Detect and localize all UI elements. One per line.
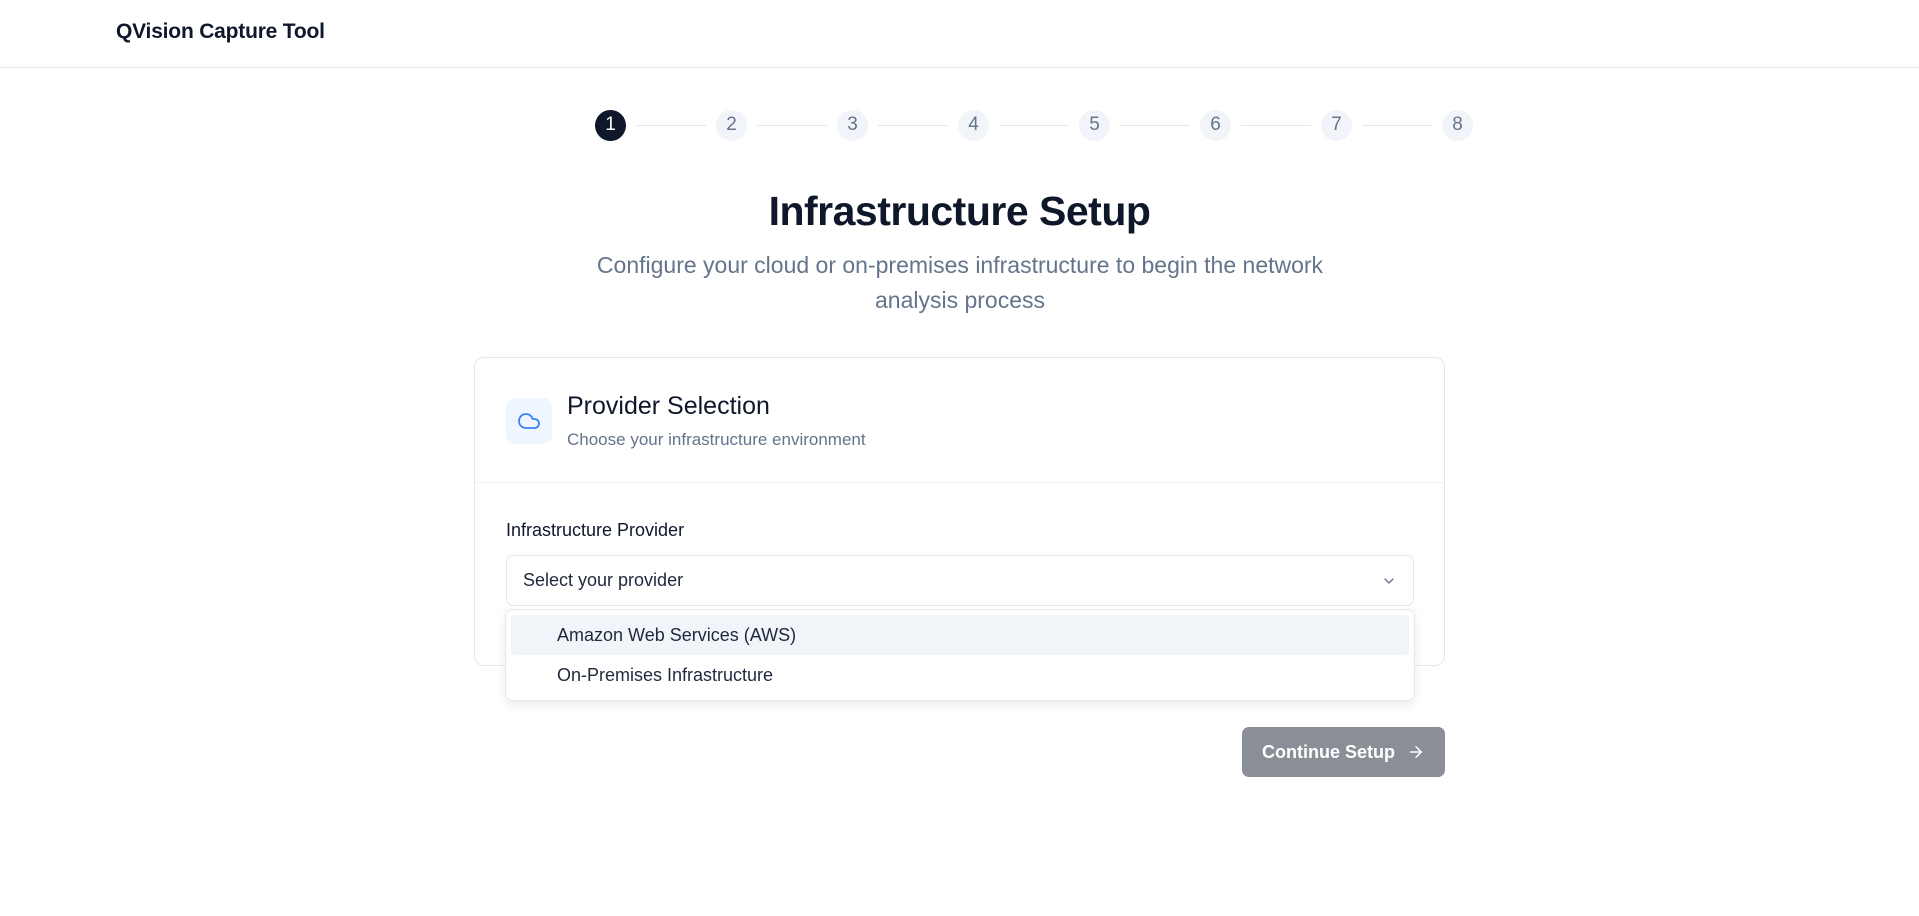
- step-connector: [1362, 124, 1432, 126]
- app-title: QVision Capture Tool: [116, 20, 325, 43]
- step-connector: [999, 124, 1069, 126]
- card-title: Provider Selection: [567, 392, 770, 420]
- step-6[interactable]: 6: [1200, 109, 1231, 141]
- step-4[interactable]: 4: [958, 109, 989, 141]
- option-on-premises[interactable]: On-Premises Infrastructure: [511, 655, 1409, 695]
- top-bar: QVision Capture Tool: [0, 0, 1919, 68]
- step-connector: [1241, 124, 1311, 126]
- card-header: Provider Selection Choose your infrastru…: [475, 358, 1444, 483]
- step-connector: [1120, 124, 1190, 126]
- chevron-down-icon: [1381, 573, 1397, 594]
- step-1[interactable]: 1: [595, 109, 626, 141]
- provider-select[interactable]: Select your provider: [506, 555, 1414, 606]
- provider-select-value: Select your provider: [523, 570, 684, 590]
- continue-setup-button[interactable]: Continue Setup: [1242, 727, 1445, 777]
- provider-dropdown: Amazon Web Services (AWS) On-Premises In…: [505, 609, 1415, 701]
- continue-setup-label: Continue Setup: [1262, 741, 1395, 762]
- step-connector: [757, 124, 827, 126]
- step-7[interactable]: 7: [1321, 109, 1352, 141]
- page-subtitle: Configure your cloud or on-premises infr…: [596, 252, 1324, 313]
- option-aws[interactable]: Amazon Web Services (AWS): [511, 615, 1409, 655]
- step-connector: [878, 124, 948, 126]
- page-title: Infrastructure Setup: [768, 188, 1151, 234]
- step-8[interactable]: 8: [1442, 109, 1473, 141]
- step-3[interactable]: 3: [837, 109, 868, 141]
- cloud-icon: [506, 398, 552, 444]
- stepper: 1 2 3 4 5 6 7 8: [595, 109, 1473, 141]
- step-2[interactable]: 2: [716, 109, 747, 141]
- step-5[interactable]: 5: [1079, 109, 1110, 141]
- card-subtitle: Choose your infrastructure environment: [567, 430, 866, 449]
- step-connector: [636, 124, 706, 126]
- provider-field-label: Infrastructure Provider: [506, 520, 685, 540]
- arrow-right-icon: [1407, 743, 1425, 761]
